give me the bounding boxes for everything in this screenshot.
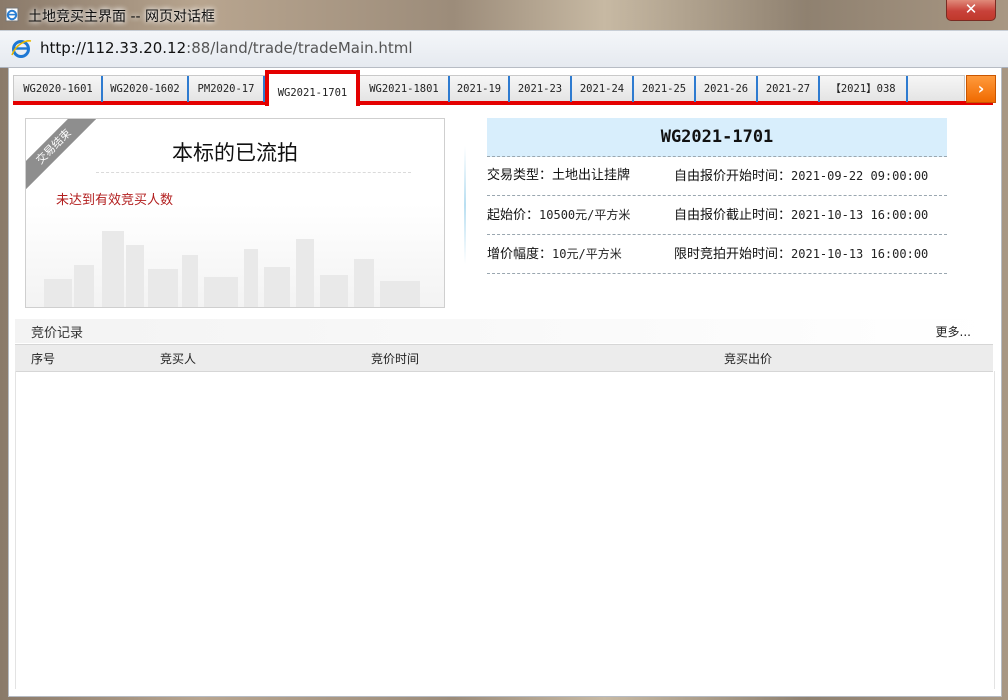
tab-pm2020-17[interactable]: PM2020-17 xyxy=(189,76,265,102)
tab-2021-26[interactable]: 2021-26 xyxy=(696,76,758,102)
window-titlebar: 土地竞买主界面 -- 网页对话框 ✕ xyxy=(0,0,1008,30)
column-header-index: 序号 xyxy=(31,352,56,366)
bid-record-header: 竞价记录 更多... xyxy=(15,319,995,343)
timed-auction-start-value: 2021-10-13 16:00:00 xyxy=(791,247,929,261)
free-bid-end-label: 自由报价截止时间： xyxy=(674,208,792,223)
start-price-label: 起始价： xyxy=(487,208,540,223)
bid-record-title: 竞价记录 xyxy=(31,326,84,341)
free-bid-start-label: 自由报价开始时间： xyxy=(674,169,792,184)
vertical-divider xyxy=(464,146,466,264)
info-row: 起始价：10500元/平方米 自由报价截止时间：2021-10-13 16:00… xyxy=(487,196,947,235)
increment-label: 增价幅度： xyxy=(487,247,553,262)
trade-type-value: 土地出让挂牌 xyxy=(552,168,631,183)
url-path: :88/land/trade/tradeMain.html xyxy=(186,39,413,57)
tab-2021-25[interactable]: 2021-25 xyxy=(634,76,696,102)
city-skyline-watermark xyxy=(44,231,420,307)
info-row: 增价幅度：10元/平方米 限时竞拍开始时间：2021-10-13 16:00:0… xyxy=(487,235,947,274)
tab-strip: WG2020-1601 WG2020-1602 PM2020-17 WG2021… xyxy=(13,70,996,108)
url-field[interactable]: http://112.33.20.12:88/land/trade/tradeM… xyxy=(40,39,413,57)
column-header-bidder: 竞买人 xyxy=(160,352,197,366)
column-header-bid-price: 竞买出价 xyxy=(724,352,773,366)
free-bid-start-value: 2021-09-22 09:00:00 xyxy=(791,169,929,183)
next-tabs-button[interactable]: › xyxy=(966,75,996,103)
page-content: WG2020-1601 WG2020-1602 PM2020-17 WG2021… xyxy=(8,67,1002,697)
tab-2021-038[interactable]: 【2021】038 xyxy=(820,76,908,102)
chevron-right-icon: › xyxy=(977,79,985,98)
tab-2021-27[interactable]: 2021-27 xyxy=(758,76,820,102)
tab-wg2021-1801[interactable]: WG2021-1801 xyxy=(360,76,450,102)
info-row: 交易类型：土地出让挂牌 自由报价开始时间：2021-09-22 09:00:00 xyxy=(487,157,947,196)
tab-2021-19[interactable]: 2021-19 xyxy=(450,76,510,102)
more-link[interactable]: 更多... xyxy=(936,323,971,340)
start-price-value: 10500元/平方米 xyxy=(539,208,631,222)
ie-logo-icon xyxy=(11,40,32,58)
trade-type-label: 交易类型： xyxy=(487,168,553,183)
url-host: http://112.33.20.12 xyxy=(40,39,187,57)
tab-2021-23[interactable]: 2021-23 xyxy=(510,76,572,102)
lot-code: WG2021-1701 xyxy=(487,118,947,157)
tab-wg2020-1601[interactable]: WG2020-1601 xyxy=(15,76,103,102)
close-button[interactable]: ✕ xyxy=(946,0,996,21)
status-reason: 未达到有效竞买人数 xyxy=(56,193,174,208)
tab-2021-24[interactable]: 2021-24 xyxy=(572,76,634,102)
column-header-bid-time: 竞价时间 xyxy=(371,352,420,366)
ie-icon xyxy=(5,7,19,22)
timed-auction-start-label: 限时竞拍开始时间： xyxy=(674,247,792,262)
bid-table-header: 序号 竞买人 竞价时间 竞买出价 xyxy=(15,344,993,372)
free-bid-end-value: 2021-10-13 16:00:00 xyxy=(791,208,929,222)
address-bar: http://112.33.20.12:88/land/trade/tradeM… xyxy=(0,30,1008,68)
tab-wg2021-1701[interactable]: WG2021-1701 xyxy=(265,70,360,106)
status-card: 交易结束 本标的已流拍 未达到有效竞买人数 xyxy=(25,118,445,308)
window-title: 土地竞买主界面 -- 网页对话框 xyxy=(28,9,216,25)
bid-table-body xyxy=(15,371,995,689)
lot-info-card: WG2021-1701 交易类型：土地出让挂牌 自由报价开始时间：2021-09… xyxy=(487,118,947,274)
increment-value: 10元/平方米 xyxy=(552,247,622,261)
status-title: 本标的已流拍 xyxy=(172,141,298,165)
tab-wg2020-1602[interactable]: WG2020-1602 xyxy=(103,76,189,102)
status-divider xyxy=(96,172,411,173)
